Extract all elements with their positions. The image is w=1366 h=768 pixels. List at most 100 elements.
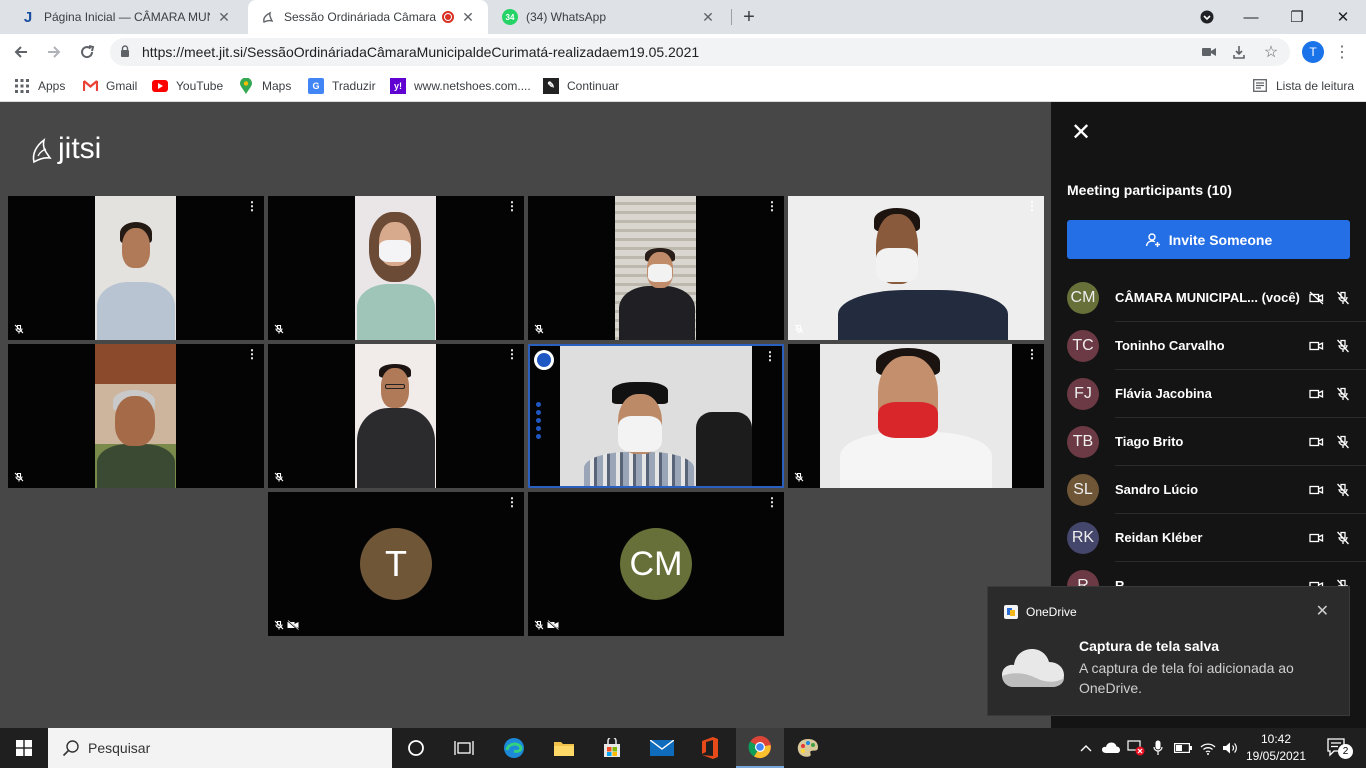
video-tile[interactable]: ⋮ — [268, 196, 524, 340]
chrome-menu-icon[interactable]: ⋮ — [1332, 38, 1352, 66]
url-text: https://meet.jit.si/SessãoOrdináriadaCâm… — [142, 44, 700, 60]
tile-menu-icon[interactable]: ⋮ — [506, 200, 518, 212]
tile-menu-icon[interactable]: ⋮ — [766, 496, 778, 508]
tile-menu-icon[interactable]: ⋮ — [506, 348, 518, 360]
new-tab-button[interactable]: + — [734, 0, 764, 34]
participant-row[interactable]: RK Reidan Kléber — [1067, 514, 1366, 562]
network-error-icon[interactable] — [1124, 728, 1148, 768]
show-hidden-icons[interactable] — [1076, 728, 1096, 768]
profile-avatar[interactable]: T — [1302, 41, 1324, 63]
tile-menu-icon[interactable]: ⋮ — [246, 200, 258, 212]
start-button[interactable] — [0, 728, 48, 768]
taskbar-chrome[interactable] — [736, 728, 784, 768]
taskbar-search[interactable]: Pesquisar — [48, 728, 392, 768]
tab-search-icon[interactable] — [1184, 0, 1230, 34]
onedrive-notification[interactable]: OneDrive ✕ Captura de tela salva A captu… — [987, 586, 1350, 716]
taskbar-paint[interactable] — [784, 728, 832, 768]
onedrive-tray-icon[interactable] — [1100, 728, 1122, 768]
camera-off-icon — [1309, 291, 1324, 305]
participant-video — [95, 344, 176, 488]
mail-icon — [650, 740, 674, 756]
tile-menu-icon[interactable]: ⋮ — [764, 350, 776, 362]
bookmark-maps[interactable]: Maps — [238, 70, 291, 101]
address-bar[interactable]: https://meet.jit.si/SessãoOrdináriadaCâm… — [110, 38, 1290, 66]
bookmark-label: Traduzir — [332, 78, 376, 93]
tile-menu-icon[interactable]: ⋮ — [1026, 348, 1038, 360]
close-tab-icon[interactable]: ✕ — [216, 9, 232, 26]
tab-whatsapp[interactable]: 34 (34) WhatsApp ✕ — [490, 0, 728, 34]
notification-center-button[interactable]: 2 — [1318, 728, 1358, 768]
tile-indicators — [274, 472, 284, 482]
close-tab-icon[interactable]: ✕ — [700, 9, 716, 26]
cortana-button[interactable] — [392, 728, 440, 768]
tile-menu-icon[interactable]: ⋮ — [766, 200, 778, 212]
camera-icon — [1309, 389, 1324, 399]
close-window-button[interactable]: ✕ — [1320, 0, 1366, 34]
bookmark-apps[interactable]: Apps — [14, 70, 65, 101]
forward-button[interactable] — [39, 34, 69, 70]
tab-title: Página Inicial — CÂMARA MUNICIPAL DE CUR… — [44, 10, 210, 24]
tile-menu-icon[interactable]: ⋮ — [1026, 200, 1038, 212]
taskbar-office[interactable] — [686, 728, 734, 768]
mic-muted-icon — [1337, 339, 1349, 353]
taskbar-store[interactable] — [588, 728, 636, 768]
tile-menu-icon[interactable]: ⋮ — [506, 496, 518, 508]
video-tile[interactable]: ⋮ — [268, 344, 524, 488]
invite-someone-button[interactable]: Invite Someone — [1067, 220, 1350, 259]
taskbar-edge[interactable] — [490, 728, 538, 768]
tab-jitsi-meeting[interactable]: Sessão Ordináriada Câmara Municipal ✕ — [248, 0, 488, 34]
jitsi-logo[interactable]: jitsi — [30, 132, 101, 166]
restore-button[interactable]: ❐ — [1274, 0, 1320, 34]
bookmark-continuar[interactable]: ✎ Continuar — [543, 70, 619, 101]
bookmark-traduzir[interactable]: G Traduzir — [308, 70, 376, 101]
close-tab-icon[interactable]: ✕ — [460, 9, 476, 26]
video-tile-dominant-speaker[interactable]: ⋮ — [528, 344, 784, 488]
video-tile[interactable]: ⋮ — [8, 196, 264, 340]
participant-row[interactable]: TC Toninho Carvalho — [1067, 322, 1366, 370]
reading-list-button[interactable]: Lista de leitura — [1252, 70, 1354, 101]
camera-permission-icon[interactable] — [1198, 38, 1220, 66]
mic-muted-icon — [1337, 291, 1349, 305]
tile-menu-icon[interactable]: ⋮ — [246, 348, 258, 360]
jitsi-j-icon: J — [23, 8, 33, 26]
chrome-icon — [748, 736, 771, 759]
video-tile[interactable]: ⋮ — [788, 196, 1044, 340]
bookmark-gmail[interactable]: Gmail — [82, 70, 137, 101]
participant-name: CÂMARA MUNICIPAL... (você) — [1115, 290, 1300, 305]
taskbar-mail[interactable] — [638, 728, 686, 768]
bookmark-star-icon[interactable]: ☆ — [1260, 38, 1282, 66]
avatar-tile[interactable]: T ⋮ — [268, 492, 524, 636]
tab-camara-home[interactable]: J Página Inicial — CÂMARA MUNICIPAL DE C… — [8, 0, 244, 34]
bookmark-youtube[interactable]: YouTube — [152, 70, 223, 101]
taskbar-file-explorer[interactable] — [540, 728, 588, 768]
reload-button[interactable] — [72, 34, 102, 70]
back-button[interactable] — [6, 34, 36, 70]
taskbar-clock[interactable]: 10:42 19/05/2021 — [1236, 728, 1316, 768]
add-person-icon — [1145, 232, 1160, 247]
participant-row[interactable]: FJ Flávia Jacobina — [1067, 370, 1366, 418]
install-app-icon[interactable] — [1228, 38, 1250, 66]
video-tile[interactable]: ⋮ — [8, 344, 264, 488]
onedrive-app-icon — [1004, 605, 1018, 619]
clock-time: 10:42 — [1260, 732, 1292, 746]
battery-icon[interactable] — [1172, 728, 1194, 768]
video-tile[interactable]: ⋮ — [788, 344, 1044, 488]
participant-row[interactable]: CM CÂMARA MUNICIPAL... (você) — [1067, 274, 1366, 322]
video-tile[interactable]: ⋮ — [528, 196, 784, 340]
participant-avatar: T — [360, 528, 432, 600]
microphone-tray-icon[interactable] — [1150, 728, 1166, 768]
avatar-tile[interactable]: CM ⋮ — [528, 492, 784, 636]
jitsi-logo-text: jitsi — [58, 132, 102, 165]
participant-row[interactable]: TB Tiago Brito — [1067, 418, 1366, 466]
close-panel-icon[interactable]: ✕ — [1070, 121, 1092, 145]
camera-off-icon — [547, 620, 559, 630]
close-notification-icon[interactable]: ✕ — [1316, 601, 1329, 621]
participant-avatar: RK — [1067, 522, 1099, 554]
task-view-button[interactable] — [440, 728, 488, 768]
minimize-button[interactable]: — — [1228, 0, 1274, 34]
bookmark-netshoes[interactable]: y! www.netshoes.com.... — [390, 70, 531, 101]
participant-row[interactable]: SL Sandro Lúcio — [1067, 466, 1366, 514]
camera-icon — [1309, 485, 1324, 495]
wifi-icon[interactable] — [1198, 728, 1218, 768]
notification-message: A captura de tela foi adicionada ao OneD… — [1079, 660, 1294, 696]
